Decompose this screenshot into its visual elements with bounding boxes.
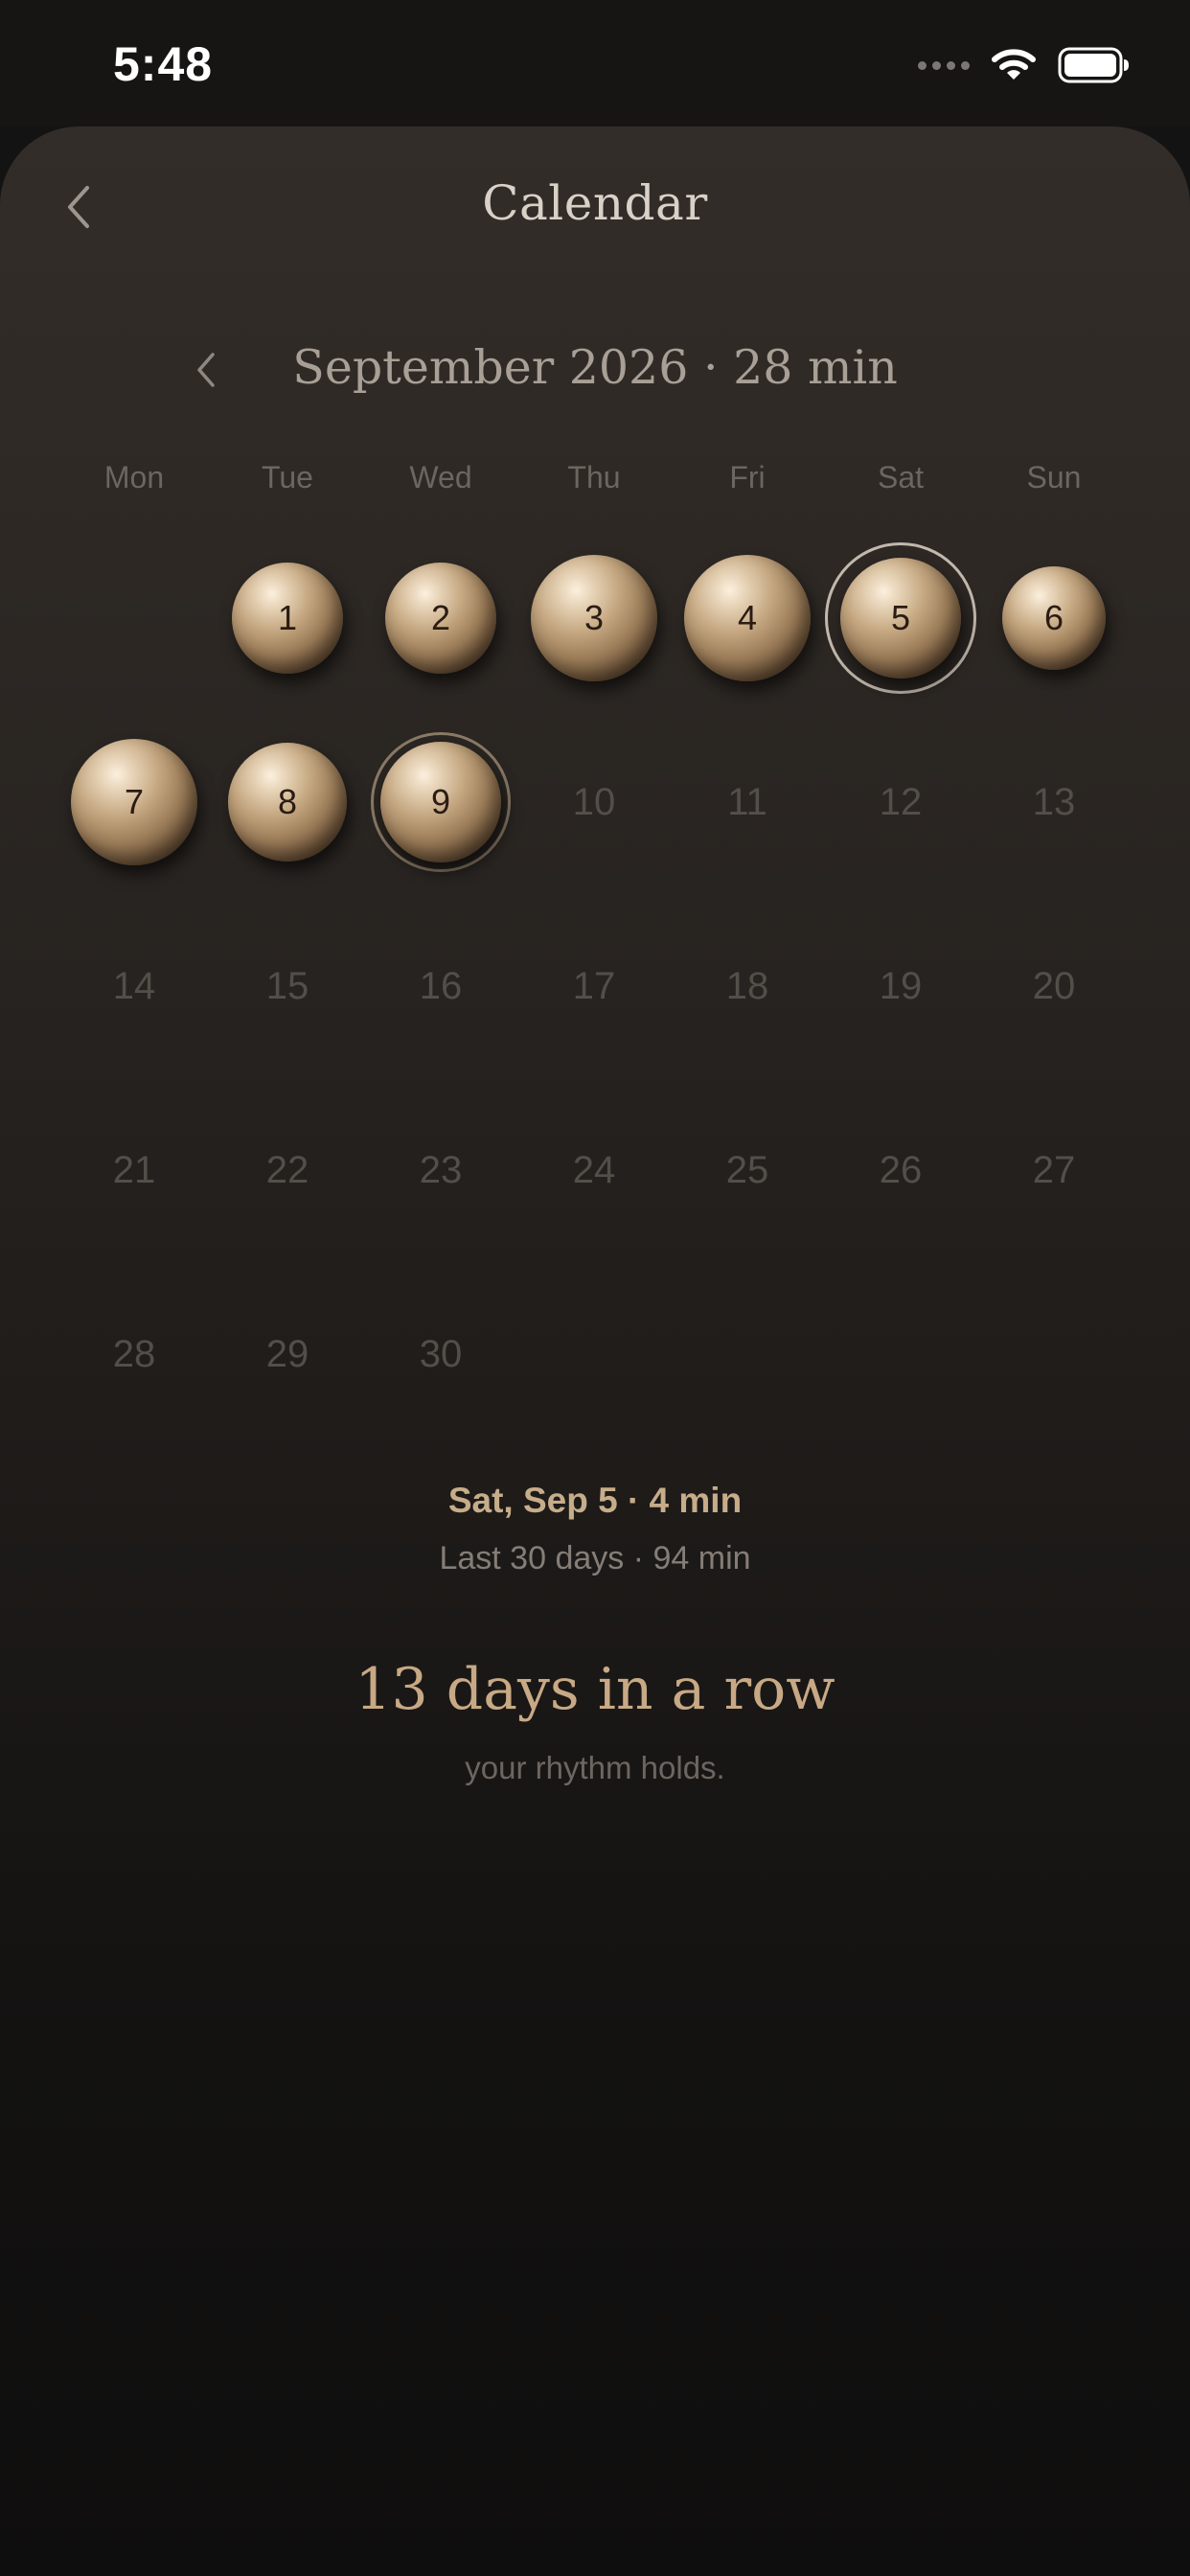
practiced-day-orb[interactable]: 8: [228, 743, 347, 862]
calendar-day[interactable]: 20: [977, 957, 1131, 1015]
calendar-day[interactable]: 29: [211, 1325, 364, 1383]
calendar-day[interactable]: 12: [824, 773, 977, 831]
month-title: September 2026 · 28 min: [292, 340, 898, 395]
calendar-day[interactable]: 22: [211, 1141, 364, 1199]
practiced-day-orb[interactable]: 5: [840, 558, 961, 678]
signal-dots-icon: [918, 60, 970, 70]
calendar-day[interactable]: 10: [517, 773, 671, 831]
practiced-day-orb[interactable]: 1: [232, 563, 343, 674]
streak-subtitle: your rhythm holds.: [465, 1750, 725, 1785]
calendar-day[interactable]: 21: [57, 1141, 211, 1199]
practiced-day-orb[interactable]: 9: [380, 742, 501, 862]
calendar-day[interactable]: 28: [57, 1325, 211, 1383]
weekday-label: Wed: [409, 460, 472, 494]
calendar-day[interactable]: 13: [977, 773, 1131, 831]
calendar-day[interactable]: 18: [671, 957, 824, 1015]
calendar-day[interactable]: 15: [211, 957, 364, 1015]
weekday-label: Thu: [567, 460, 621, 494]
calendar-day[interactable]: 17: [517, 957, 671, 1015]
calendar-day[interactable]: 11: [671, 773, 824, 831]
calendar-day[interactable]: 16: [364, 957, 517, 1015]
calendar-day[interactable]: 27: [977, 1141, 1131, 1199]
wifi-icon: [992, 49, 1036, 80]
last-30-days-summary: Last 30 days · 94 min: [439, 1540, 751, 1576]
calendar-day[interactable]: 23: [364, 1141, 517, 1199]
calendar-day[interactable]: 19: [824, 957, 977, 1015]
weekday-label: Sun: [1026, 460, 1082, 494]
battery-icon: [1058, 47, 1129, 83]
practiced-day-orb[interactable]: 7: [71, 739, 197, 865]
weekday-label: Sat: [877, 460, 925, 494]
page-title: Calendar: [482, 175, 708, 231]
calendar-day[interactable]: 25: [671, 1141, 824, 1199]
weekday-label: Tue: [262, 460, 313, 494]
status-time: 5:48: [113, 37, 214, 91]
calendar-day[interactable]: 26: [824, 1141, 977, 1199]
practiced-day-orb[interactable]: 3: [531, 555, 657, 681]
selected-day-summary: Sat, Sep 5 · 4 min: [447, 1481, 743, 1520]
weekday-label: Fri: [729, 460, 766, 494]
weekday-label: Mon: [103, 460, 165, 494]
calendar-day[interactable]: 14: [57, 957, 211, 1015]
status-bar: 5:48: [0, 0, 1190, 126]
practiced-day-orb[interactable]: 2: [385, 563, 496, 674]
calendar-day[interactable]: 30: [364, 1325, 517, 1383]
practiced-day-orb[interactable]: 4: [684, 555, 811, 681]
practiced-day-orb[interactable]: 6: [1002, 566, 1106, 670]
calendar-day[interactable]: 24: [517, 1141, 671, 1199]
status-icons: [918, 42, 1131, 88]
streak-title: 13 days in a row: [355, 1656, 835, 1723]
